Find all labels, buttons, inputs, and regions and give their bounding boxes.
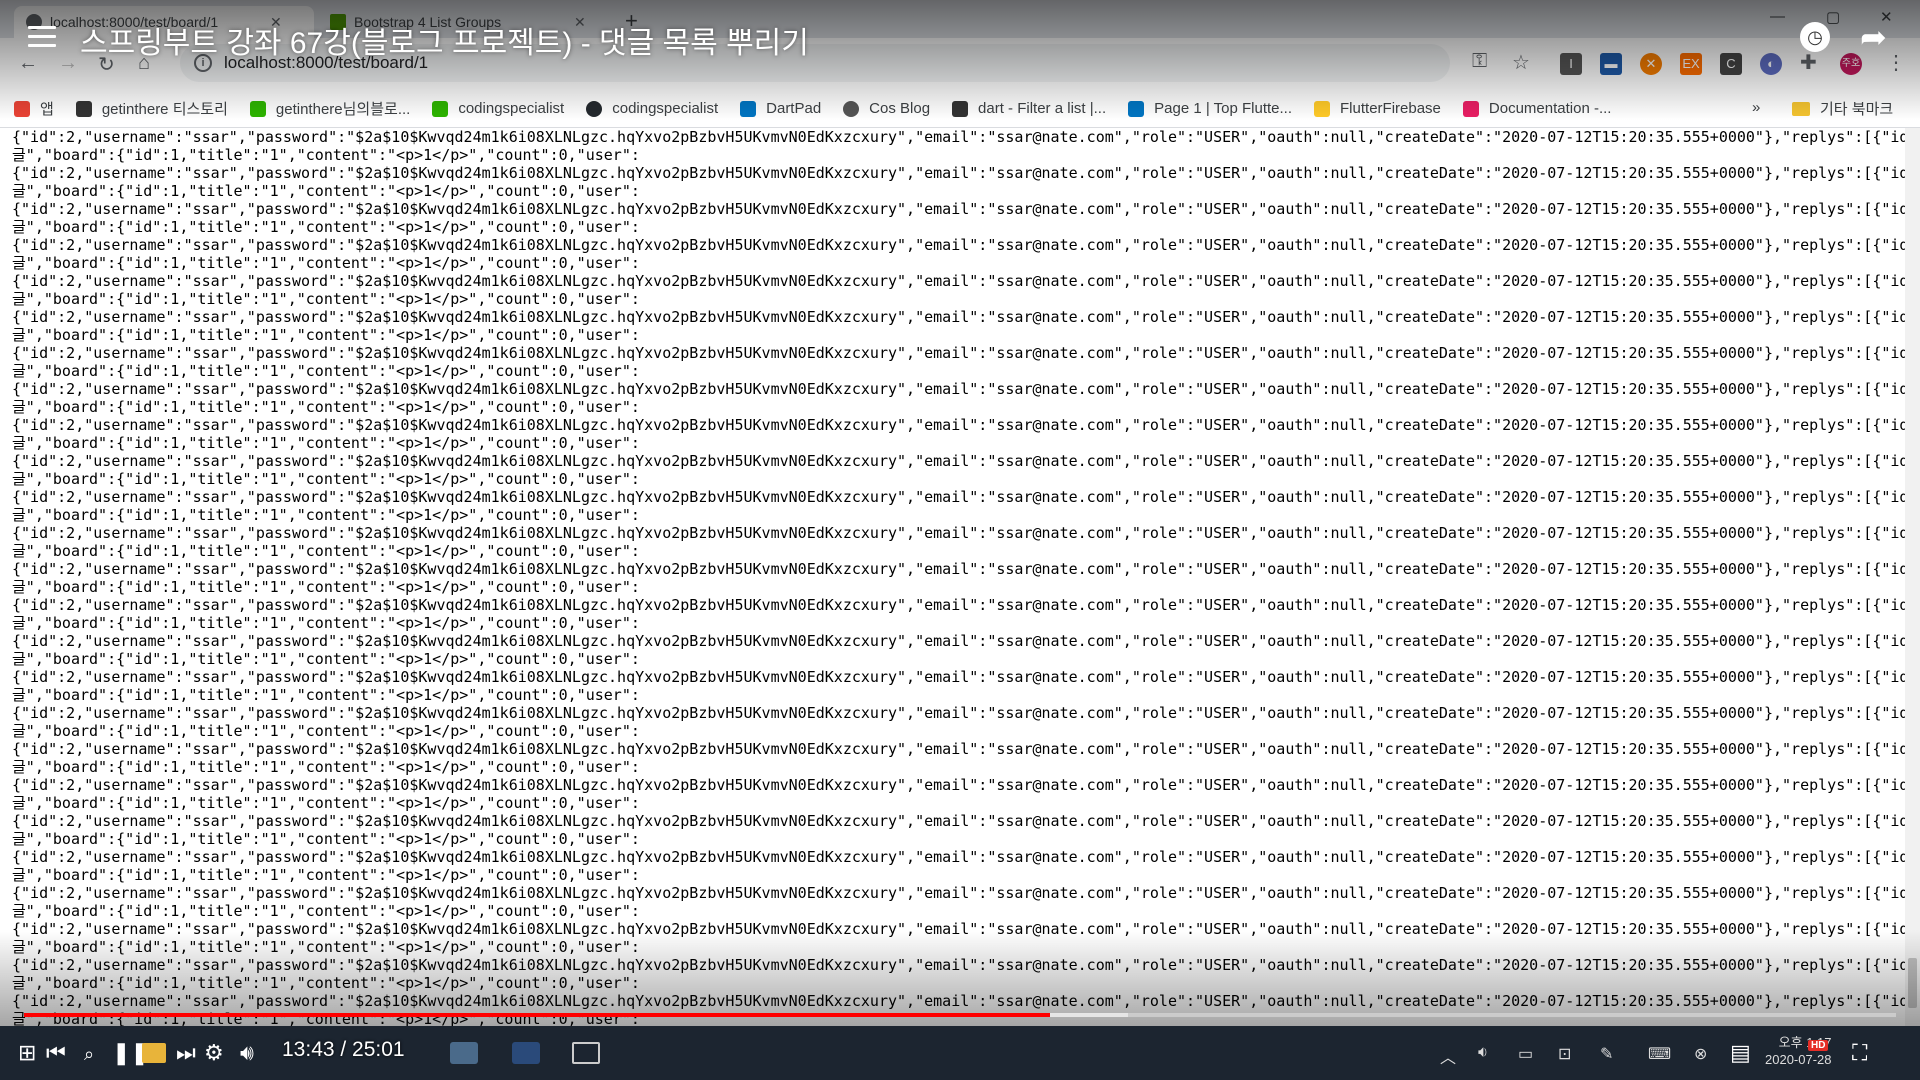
tray-keyboard-icon[interactable]: ⌨ xyxy=(1648,1044,1671,1064)
video-time: 13:43 / 25:01 xyxy=(282,1038,405,1061)
bookmark-label: getinthere님의블로... xyxy=(275,101,411,118)
apps-grid-icon xyxy=(14,100,30,117)
bookmark-label: 앱 xyxy=(40,101,54,118)
bookmark-label: codingspecialist xyxy=(612,100,719,117)
volume-icon[interactable]: 🔊︎ xyxy=(240,1040,254,1066)
bookmark-getinthere-blog[interactable]: getinthere님의블로... xyxy=(249,98,411,119)
bookmark-top-flutter[interactable]: Page 1 | Top Flutte... xyxy=(1128,100,1292,117)
extension-i-icon[interactable]: I xyxy=(1560,53,1582,75)
tray-chevron-up-icon[interactable]: ︿ xyxy=(1440,1044,1456,1068)
forward-arrow-icon[interactable]: → xyxy=(58,52,78,75)
taskbar-app-icon[interactable] xyxy=(450,1042,478,1064)
bookmark-label: FlutterFirebase xyxy=(1340,100,1441,117)
watch-later-icon[interactable]: ◷ xyxy=(1800,22,1830,52)
bookmark-getinthere-tistory[interactable]: getinthere 티스토리 xyxy=(75,98,228,119)
bookmark-label: codingspecialist xyxy=(458,100,565,117)
clock-date: 2020-07-28 xyxy=(1765,1052,1832,1067)
taskbar-app-icon[interactable] xyxy=(512,1042,540,1064)
flutter-icon xyxy=(1128,100,1145,117)
taskbar-window-icon[interactable] xyxy=(572,1042,600,1064)
other-bookmarks[interactable]: 기타 북마크 xyxy=(1792,98,1893,119)
played-bar xyxy=(24,1013,1050,1017)
firebase-icon xyxy=(1314,100,1331,117)
maximize-icon[interactable]: ▢ xyxy=(1826,8,1840,26)
extension-blue-icon[interactable]: ▬ xyxy=(1600,53,1622,75)
bookmark-documentation[interactable]: Documentation -... xyxy=(1462,100,1612,117)
bookmark-label: Documentation -... xyxy=(1488,100,1612,117)
key-icon[interactable]: ⚿ xyxy=(1472,50,1487,73)
file-explorer-icon[interactable] xyxy=(142,1043,166,1063)
globe-icon xyxy=(843,100,860,117)
tray-battery-icon[interactable]: ▭ xyxy=(1518,1044,1533,1064)
documentation-icon xyxy=(1462,100,1479,117)
json-text: {"id":2,"username":"ssar","password":"$2… xyxy=(12,128,1905,1026)
bookmarks-overflow-icon[interactable]: » xyxy=(1752,99,1760,116)
fullscreen-exit-icon[interactable]: ⛶ xyxy=(1852,1040,1867,1066)
vertical-scrollbar[interactable] xyxy=(1905,128,1920,1026)
extension-orange-icon[interactable]: ✕ xyxy=(1640,53,1662,75)
bookmark-dartpad[interactable]: DartPad xyxy=(740,100,821,117)
dart-icon xyxy=(740,100,757,117)
hd-badge: HD xyxy=(1808,1040,1829,1051)
subtitles-icon[interactable]: ▤ xyxy=(1730,1040,1751,1066)
profile-avatar-icon[interactable]: 주호 xyxy=(1840,53,1862,75)
scrollbar-thumb[interactable] xyxy=(1908,958,1917,1008)
bookmark-apps[interactable]: 앱 xyxy=(14,98,54,119)
extensions-puzzle-icon[interactable]: ✚ xyxy=(1800,50,1817,75)
bookmark-label: DartPad xyxy=(766,100,822,117)
tray-close-circle-icon[interactable]: ⊗ xyxy=(1694,1044,1707,1064)
hamburger-menu-icon[interactable] xyxy=(28,26,56,48)
tray-network-icon[interactable]: ⊡ xyxy=(1558,1044,1571,1064)
bookmark-cos-blog[interactable]: Cos Blog xyxy=(843,100,930,117)
json-response-body: {"id":2,"username":"ssar","password":"$2… xyxy=(0,128,1905,1026)
bookmark-flutterfirebase[interactable]: FlutterFirebase xyxy=(1314,100,1441,117)
folder-icon xyxy=(1792,101,1810,116)
naver-blog-icon xyxy=(432,100,449,117)
tray-pen-icon[interactable]: ✎ xyxy=(1600,1044,1613,1064)
video-progress-bar[interactable] xyxy=(24,1013,1896,1017)
minimize-icon[interactable]: — xyxy=(1770,8,1785,25)
menu-kebab-icon[interactable]: ⋮ xyxy=(1886,50,1906,75)
bookmark-label: Cos Blog xyxy=(869,100,931,117)
search-icon[interactable]: ⌕ xyxy=(84,1044,94,1065)
bookmark-label: Page 1 | Top Flutte... xyxy=(1154,100,1293,117)
bookmark-codingspecialist-github[interactable]: codingspecialist xyxy=(586,100,718,117)
tistory-icon xyxy=(75,100,92,117)
settings-gear-icon[interactable]: ⚙ xyxy=(204,1040,224,1066)
extension-c-icon[interactable]: C xyxy=(1720,53,1742,75)
next-icon[interactable]: ⏭ xyxy=(176,1040,196,1066)
back-arrow-icon[interactable]: ← xyxy=(18,52,38,75)
other-bookmarks-label: 기타 북마크 xyxy=(1820,101,1894,118)
extension-circle-icon[interactable]: ◐ xyxy=(1760,53,1782,75)
extension-ex-icon[interactable]: EX xyxy=(1680,53,1702,75)
previous-icon[interactable]: ⏮ xyxy=(46,1040,66,1066)
bookmark-codingspecialist-blog[interactable]: codingspecialist xyxy=(432,100,564,117)
bookmarks-bar: 앱 getinthere 티스토리 getinthere님의블로... codi… xyxy=(0,90,1920,128)
windows-start-icon[interactable]: ⊞ xyxy=(18,1040,36,1066)
bookmark-label: dart - Filter a list |... xyxy=(978,100,1107,117)
share-icon[interactable]: ➦ xyxy=(1860,18,1887,56)
tray-volume-icon[interactable]: 🔉︎ xyxy=(1478,1044,1488,1062)
naver-blog-icon xyxy=(249,100,266,117)
stackoverflow-icon xyxy=(952,100,969,117)
bookmark-star-icon[interactable]: ☆ xyxy=(1512,50,1530,75)
video-title: 스프링부트 강좌 67강(블로그 프로젝트) - 댓글 목록 뿌리기 xyxy=(80,27,809,60)
github-icon xyxy=(586,100,603,117)
bookmark-label: getinthere 티스토리 xyxy=(101,101,228,118)
bookmark-dart-filter-list[interactable]: dart - Filter a list |... xyxy=(952,100,1106,117)
